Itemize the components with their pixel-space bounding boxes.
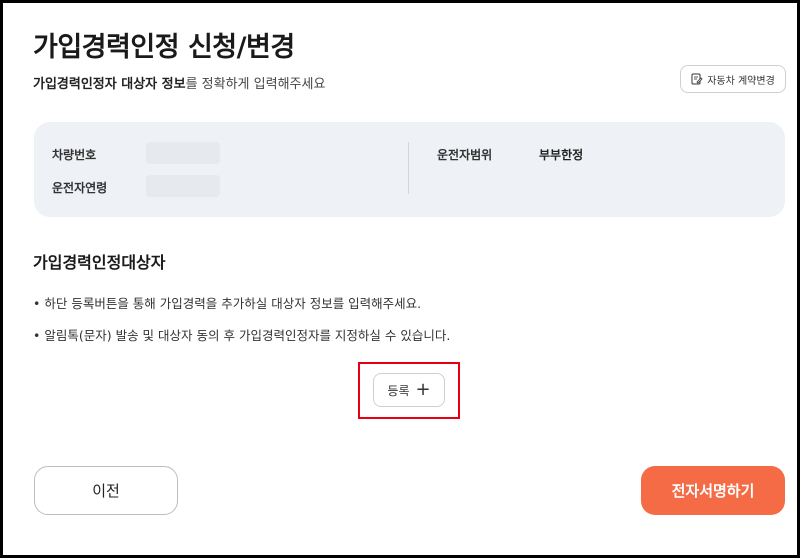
vehicle-info-card: 차량번호 운전자연령 운전자범위 부부한정 — [34, 122, 785, 217]
car-number-label: 차량번호 — [52, 148, 97, 162]
contract-change-label: 자동차 계약변경 — [707, 75, 775, 87]
driver-scope-value: 부부한정 — [539, 148, 584, 162]
driver-age-value-masked — [146, 175, 220, 197]
driver-age-label: 운전자연령 — [52, 181, 108, 195]
plus-icon: + — [415, 379, 431, 400]
page-title: 가입경력인정 신청/변경 — [33, 32, 295, 63]
contract-change-button[interactable]: 자동차 계약변경 — [680, 65, 786, 93]
prev-button[interactable]: 이전 — [34, 466, 178, 515]
subtitle-text: 를 정확하게 입력해주세요 — [185, 77, 326, 92]
section-title: 가입경력인정대상자 — [33, 253, 166, 272]
info-divider — [408, 142, 409, 194]
page-frame: 가입경력인정 신청/변경 가입경력인정자 대상자 정보를 정확하게 입력해주세요… — [0, 0, 800, 558]
edit-document-icon — [691, 73, 703, 85]
register-label: 등록 — [387, 383, 410, 398]
car-number-value-masked — [146, 142, 220, 164]
register-button[interactable]: 등록 + — [373, 373, 445, 407]
instruction-bullet-2: • 알림톡(문자) 발송 및 대상자 동의 후 가입경력인정자를 지정하실 수 … — [33, 328, 451, 343]
driver-scope-label: 운전자범위 — [437, 148, 493, 162]
e-sign-button[interactable]: 전자서명하기 — [641, 466, 785, 515]
instruction-bullet-1: • 하단 등록버튼을 통해 가입경력을 추가하실 대상자 정보를 입력해주세요. — [33, 296, 422, 311]
subtitle-emphasis: 가입경력인정자 대상자 정보 — [33, 77, 186, 92]
page-subtitle: 가입경력인정자 대상자 정보를 정확하게 입력해주세요 — [33, 73, 325, 92]
